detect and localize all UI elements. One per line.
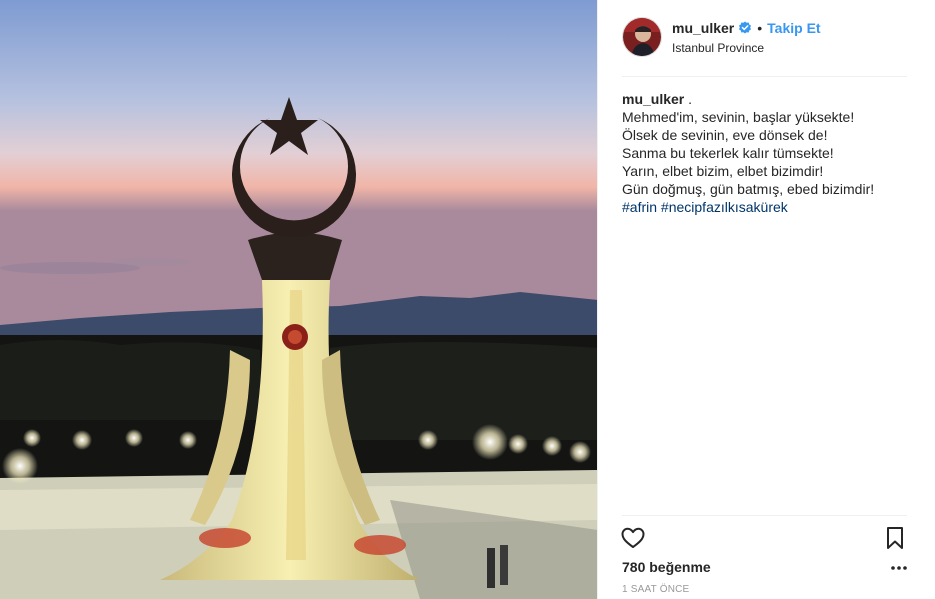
caption-first-line: mu_ulker . [622, 90, 912, 108]
post-photo[interactable] [0, 0, 598, 599]
more-dots-icon[interactable] [888, 561, 910, 575]
monument-photo [0, 0, 597, 599]
caption-line: Sanma bu tekerlek kalır tümsekte! [622, 145, 834, 161]
avatar-image [623, 18, 661, 56]
author-username[interactable]: mu_ulker [672, 20, 734, 36]
post-side-panel: mu_ulker • Takip Et Istanbul Province mu… [598, 0, 935, 599]
caption-username[interactable]: mu_ulker [622, 91, 684, 107]
caption-suffix: . [684, 91, 693, 107]
actions-divider [622, 515, 907, 516]
post-caption: mu_ulker . Mehmed'im, sevinin, başlar yü… [622, 90, 912, 216]
post-dialog: mu_ulker • Takip Et Istanbul Province mu… [0, 0, 935, 599]
avatar[interactable] [622, 17, 662, 57]
post-header: mu_ulker • Takip Et Istanbul Province [622, 17, 907, 77]
verified-badge-icon [739, 21, 752, 34]
follow-button[interactable]: Takip Et [767, 20, 820, 36]
caption-line: Ölsek de sevinin, eve dönsek de! [622, 127, 828, 143]
hashtag-line: #afrin #necipfazılkısakürek [622, 198, 912, 216]
location-link[interactable]: Istanbul Province [672, 41, 764, 55]
caption-line: Mehmed'im, sevinin, başlar yüksekte! [622, 109, 855, 125]
hashtag-link[interactable]: #afrin [622, 199, 657, 215]
post-timestamp[interactable]: 1 SAAT ÖNCE [622, 584, 689, 595]
bookmark-icon[interactable] [884, 526, 906, 550]
caption-line: Yarın, elbet bizim, elbet bizimdir! [622, 163, 824, 179]
likes-count[interactable]: 780 beğenme [622, 559, 711, 575]
header-line: mu_ulker • Takip Et [672, 20, 821, 36]
separator-dot: • [757, 20, 763, 36]
caption-line: Gün doğmuş, gün batmış, ebed bizimdir! [622, 181, 875, 197]
hashtag-link[interactable]: #necipfazılkısakürek [661, 199, 788, 215]
heart-outline-icon[interactable] [620, 525, 646, 551]
